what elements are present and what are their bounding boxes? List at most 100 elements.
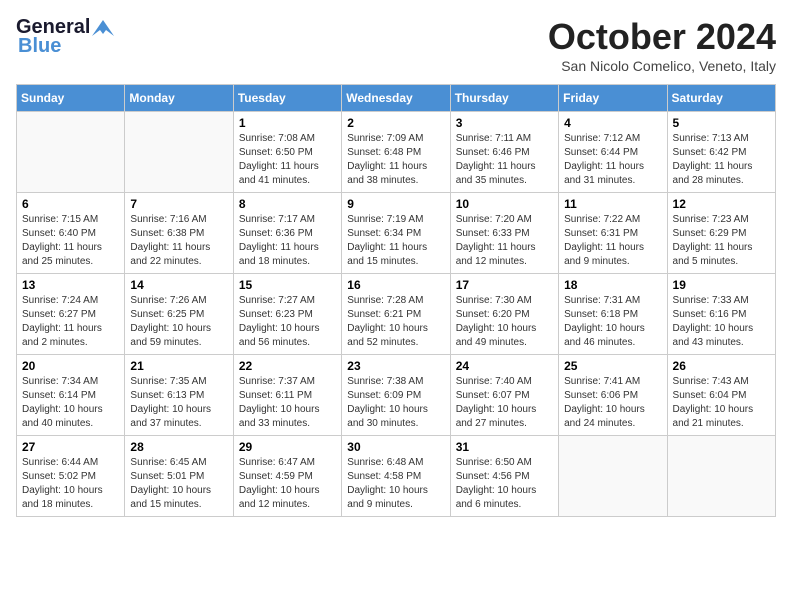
day-info: Sunrise: 7:22 AMSunset: 6:31 PMDaylight:… xyxy=(564,213,661,269)
calendar-cell: 10 Sunrise: 7:20 AMSunset: 6:33 PMDayligh… xyxy=(450,193,558,274)
day-info: Sunrise: 6:48 AMSunset: 4:58 PMDaylight:… xyxy=(347,456,444,512)
day-info: Sunrise: 7:27 AMSunset: 6:23 PMDaylight:… xyxy=(239,294,336,350)
day-number: 13 xyxy=(22,278,119,292)
calendar-cell: 24 Sunrise: 7:40 AMSunset: 6:07 PMDayligh… xyxy=(450,355,558,436)
calendar-cell: 23 Sunrise: 7:38 AMSunset: 6:09 PMDayligh… xyxy=(342,355,450,436)
calendar-cell: 19 Sunrise: 7:33 AMSunset: 6:16 PMDayligh… xyxy=(667,274,775,355)
calendar-cell: 30 Sunrise: 6:48 AMSunset: 4:58 PMDayligh… xyxy=(342,436,450,517)
logo-text-blue: Blue xyxy=(18,35,61,58)
day-number: 29 xyxy=(239,440,336,454)
day-info: Sunrise: 7:15 AMSunset: 6:40 PMDaylight:… xyxy=(22,213,119,269)
calendar-cell: 27 Sunrise: 6:44 AMSunset: 5:02 PMDayligh… xyxy=(17,436,125,517)
calendar-cell: 8 Sunrise: 7:17 AMSunset: 6:36 PMDaylight… xyxy=(233,193,341,274)
day-info: Sunrise: 6:50 AMSunset: 4:56 PMDaylight:… xyxy=(456,456,553,512)
day-number: 12 xyxy=(673,197,770,211)
day-number: 21 xyxy=(130,359,227,373)
month-title: October 2024 xyxy=(548,16,776,58)
calendar-cell: 1 Sunrise: 7:08 AMSunset: 6:50 PMDaylight… xyxy=(233,112,341,193)
day-number: 10 xyxy=(456,197,553,211)
day-info: Sunrise: 7:30 AMSunset: 6:20 PMDaylight:… xyxy=(456,294,553,350)
day-number: 28 xyxy=(130,440,227,454)
day-info: Sunrise: 7:38 AMSunset: 6:09 PMDaylight:… xyxy=(347,375,444,431)
location: San Nicolo Comelico, Veneto, Italy xyxy=(548,58,776,74)
calendar-cell: 5Sunrise: 7:13 AMSunset: 6:42 PMDaylight… xyxy=(667,112,775,193)
day-info: Sunrise: 7:33 AMSunset: 6:16 PMDaylight:… xyxy=(673,294,770,350)
calendar-cell xyxy=(125,112,233,193)
day-number: 15 xyxy=(239,278,336,292)
day-number: 23 xyxy=(347,359,444,373)
calendar-header-row: SundayMondayTuesdayWednesdayThursdayFrid… xyxy=(17,85,776,112)
calendar-cell: 25 Sunrise: 7:41 AMSunset: 6:06 PMDayligh… xyxy=(559,355,667,436)
day-number: 18 xyxy=(564,278,661,292)
day-info: Sunrise: 7:08 AMSunset: 6:50 PMDaylight:… xyxy=(239,132,336,188)
day-info: Sunrise: 6:47 AMSunset: 4:59 PMDaylight:… xyxy=(239,456,336,512)
calendar-cell: 17 Sunrise: 7:30 AMSunset: 6:20 PMDayligh… xyxy=(450,274,558,355)
logo: General Blue xyxy=(16,16,114,58)
day-info: Sunrise: 7:09 AMSunset: 6:48 PMDaylight:… xyxy=(347,132,444,188)
weekday-header: Thursday xyxy=(450,85,558,112)
day-info: Sunrise: 6:44 AMSunset: 5:02 PMDaylight:… xyxy=(22,456,119,512)
calendar-week-row: 27 Sunrise: 6:44 AMSunset: 5:02 PMDayligh… xyxy=(17,436,776,517)
calendar-week-row: 6Sunrise: 7:15 AMSunset: 6:40 PMDaylight… xyxy=(17,193,776,274)
day-info: Sunrise: 7:24 AMSunset: 6:27 PMDaylight:… xyxy=(22,294,119,350)
day-number: 1 xyxy=(239,116,336,130)
day-number: 30 xyxy=(347,440,444,454)
calendar-cell: 15 Sunrise: 7:27 AMSunset: 6:23 PMDayligh… xyxy=(233,274,341,355)
day-number: 27 xyxy=(22,440,119,454)
day-info: Sunrise: 7:41 AMSunset: 6:06 PMDaylight:… xyxy=(564,375,661,431)
day-info: Sunrise: 7:12 AMSunset: 6:44 PMDaylight:… xyxy=(564,132,661,188)
calendar-cell: 22 Sunrise: 7:37 AMSunset: 6:11 PMDayligh… xyxy=(233,355,341,436)
calendar-week-row: 13 Sunrise: 7:24 AMSunset: 6:27 PMDayligh… xyxy=(17,274,776,355)
calendar-cell: 29 Sunrise: 6:47 AMSunset: 4:59 PMDayligh… xyxy=(233,436,341,517)
day-number: 19 xyxy=(673,278,770,292)
calendar-cell: 20 Sunrise: 7:34 AMSunset: 6:14 PMDayligh… xyxy=(17,355,125,436)
day-number: 16 xyxy=(347,278,444,292)
day-number: 7 xyxy=(130,197,227,211)
day-info: Sunrise: 7:20 AMSunset: 6:33 PMDaylight:… xyxy=(456,213,553,269)
logo-bird-icon xyxy=(92,20,114,36)
calendar-week-row: 1 Sunrise: 7:08 AMSunset: 6:50 PMDaylight… xyxy=(17,112,776,193)
day-number: 2 xyxy=(347,116,444,130)
day-number: 31 xyxy=(456,440,553,454)
day-info: Sunrise: 7:17 AMSunset: 6:36 PMDaylight:… xyxy=(239,213,336,269)
day-number: 24 xyxy=(456,359,553,373)
weekday-header: Monday xyxy=(125,85,233,112)
calendar-cell: 13 Sunrise: 7:24 AMSunset: 6:27 PMDayligh… xyxy=(17,274,125,355)
day-info: Sunrise: 7:37 AMSunset: 6:11 PMDaylight:… xyxy=(239,375,336,431)
day-number: 3 xyxy=(456,116,553,130)
day-number: 25 xyxy=(564,359,661,373)
calendar-cell: 12 Sunrise: 7:23 AMSunset: 6:29 PMDayligh… xyxy=(667,193,775,274)
calendar-cell: 28 Sunrise: 6:45 AMSunset: 5:01 PMDayligh… xyxy=(125,436,233,517)
day-info: Sunrise: 7:34 AMSunset: 6:14 PMDaylight:… xyxy=(22,375,119,431)
weekday-header: Wednesday xyxy=(342,85,450,112)
day-info: Sunrise: 7:43 AMSunset: 6:04 PMDaylight:… xyxy=(673,375,770,431)
day-info: Sunrise: 7:26 AMSunset: 6:25 PMDaylight:… xyxy=(130,294,227,350)
day-info: Sunrise: 7:40 AMSunset: 6:07 PMDaylight:… xyxy=(456,375,553,431)
day-info: Sunrise: 6:45 AMSunset: 5:01 PMDaylight:… xyxy=(130,456,227,512)
calendar-cell: 2 Sunrise: 7:09 AMSunset: 6:48 PMDaylight… xyxy=(342,112,450,193)
day-info: Sunrise: 7:35 AMSunset: 6:13 PMDaylight:… xyxy=(130,375,227,431)
calendar-cell: 18 Sunrise: 7:31 AMSunset: 6:18 PMDayligh… xyxy=(559,274,667,355)
day-info: Sunrise: 7:31 AMSunset: 6:18 PMDaylight:… xyxy=(564,294,661,350)
day-info: Sunrise: 7:23 AMSunset: 6:29 PMDaylight:… xyxy=(673,213,770,269)
calendar-cell: 9Sunrise: 7:19 AMSunset: 6:34 PMDaylight… xyxy=(342,193,450,274)
day-number: 9 xyxy=(347,197,444,211)
weekday-header: Saturday xyxy=(667,85,775,112)
day-number: 4 xyxy=(564,116,661,130)
calendar-cell: 7 Sunrise: 7:16 AMSunset: 6:38 PMDaylight… xyxy=(125,193,233,274)
day-number: 22 xyxy=(239,359,336,373)
day-info: Sunrise: 7:11 AMSunset: 6:46 PMDaylight:… xyxy=(456,132,553,188)
calendar-cell: 31 Sunrise: 6:50 AMSunset: 4:56 PMDayligh… xyxy=(450,436,558,517)
calendar-table: SundayMondayTuesdayWednesdayThursdayFrid… xyxy=(16,84,776,517)
day-info: Sunrise: 7:16 AMSunset: 6:38 PMDaylight:… xyxy=(130,213,227,269)
calendar-cell: 21 Sunrise: 7:35 AMSunset: 6:13 PMDayligh… xyxy=(125,355,233,436)
calendar-cell: 4 Sunrise: 7:12 AMSunset: 6:44 PMDaylight… xyxy=(559,112,667,193)
calendar-cell xyxy=(17,112,125,193)
calendar-cell: 6Sunrise: 7:15 AMSunset: 6:40 PMDaylight… xyxy=(17,193,125,274)
day-number: 14 xyxy=(130,278,227,292)
day-number: 8 xyxy=(239,197,336,211)
day-number: 11 xyxy=(564,197,661,211)
day-number: 17 xyxy=(456,278,553,292)
day-number: 20 xyxy=(22,359,119,373)
day-info: Sunrise: 7:28 AMSunset: 6:21 PMDaylight:… xyxy=(347,294,444,350)
